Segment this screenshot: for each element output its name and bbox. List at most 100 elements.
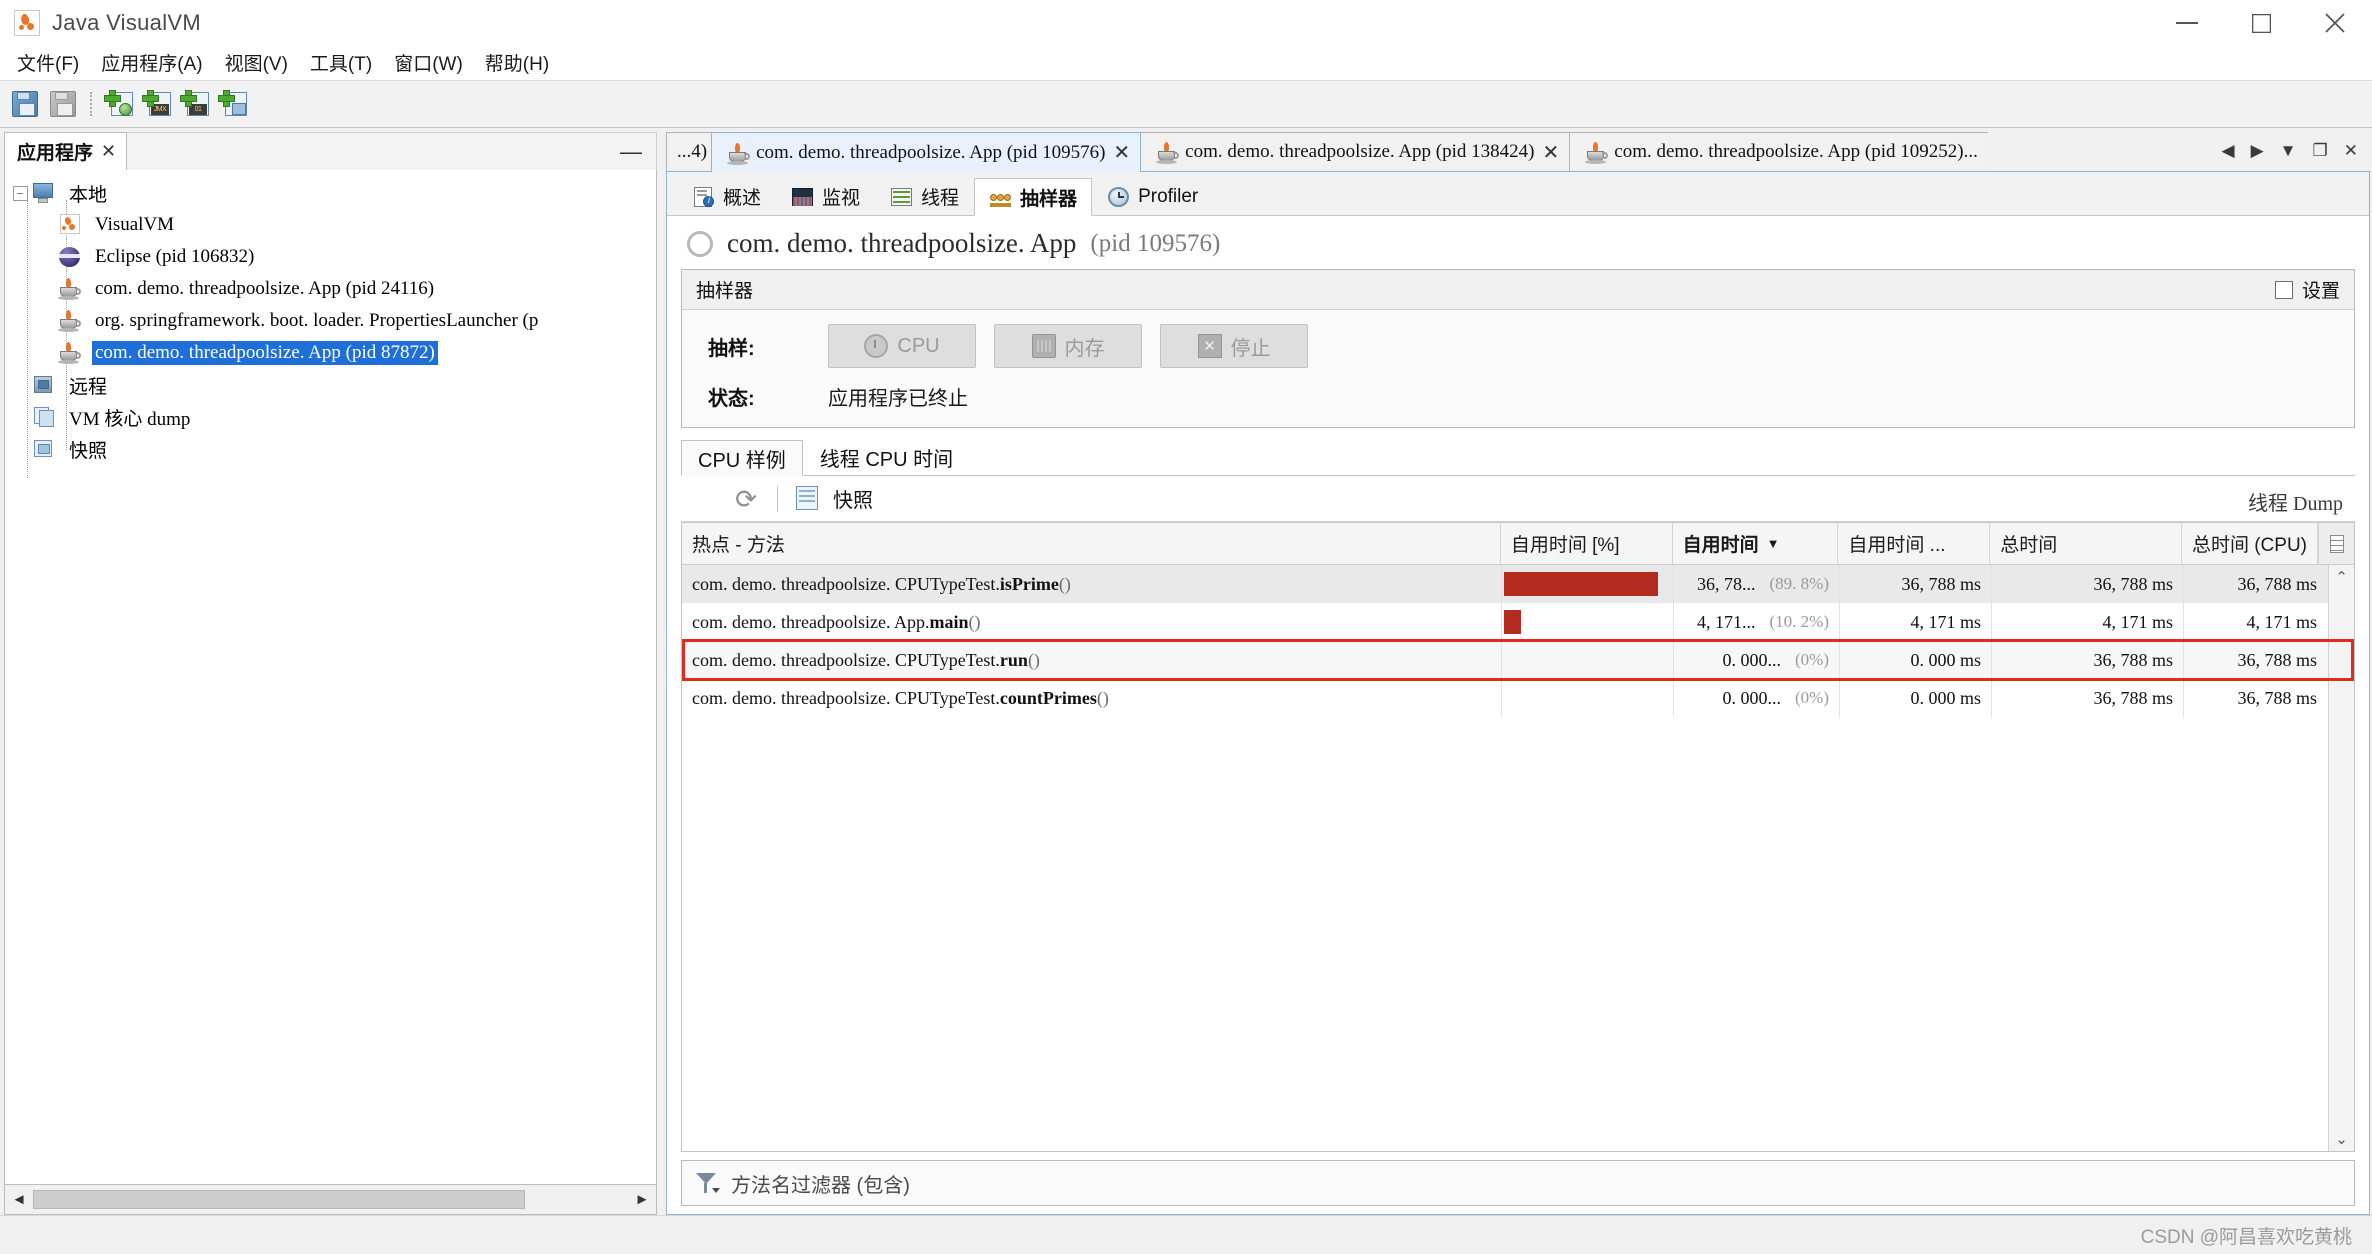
scroll-left-icon[interactable]: ◄ <box>5 1185 33 1214</box>
add-remote-host-icon[interactable] <box>102 87 136 121</box>
tab-maximize-icon[interactable]: ❐ <box>2313 142 2328 159</box>
tab-monitor[interactable]: 监视 <box>776 177 875 215</box>
save-snapshot-icon[interactable] <box>46 87 80 121</box>
document-panel: ...4) com. demo. threadpoolsize. App (pi… <box>666 128 2372 1215</box>
filter-placeholder: 方法名过滤器 (包含) <box>731 1174 910 1197</box>
java-icon <box>57 309 83 333</box>
tree-node-app-24116[interactable]: com. demo. threadpoolsize. App (pid 2411… <box>5 273 656 305</box>
document-tab-close-icon[interactable]: ✕ <box>1543 140 1560 165</box>
snapshot-icon <box>31 437 57 461</box>
memory-sample-button[interactable]: 内存 <box>994 324 1142 368</box>
close-button[interactable] <box>2298 0 2372 46</box>
sampler-settings[interactable]: 设置 <box>2274 276 2340 303</box>
tree-node-visualvm[interactable]: VisualVM <box>5 209 656 241</box>
applications-tab-close-icon[interactable]: ✕ <box>101 141 116 162</box>
tree-node-eclipse[interactable]: Eclipse (pid 106832) <box>5 241 656 273</box>
cpu-sample-button[interactable]: CPU <box>828 324 976 368</box>
tree-node-label: 快照 <box>69 440 108 462</box>
method-suffix: () <box>1058 573 1071 594</box>
settings-label: 设置 <box>2301 281 2340 302</box>
scrollbar-track[interactable] <box>33 1185 628 1214</box>
pause-icon[interactable] <box>691 484 721 514</box>
table-vertical-scrollbar[interactable]: ⌃ ⌄ <box>2328 565 2354 1151</box>
idle-ring-icon <box>687 230 713 257</box>
table-row[interactable]: com. demo. threadpoolsize. CPUTypeTest. … <box>682 679 2354 717</box>
document-tab-partial[interactable]: ...4) <box>666 132 713 172</box>
tab-thread-cpu-time[interactable]: 线程 CPU 时间 <box>803 439 970 475</box>
scroll-down-icon[interactable]: ⌄ <box>2335 1130 2348 1148</box>
tab-threads[interactable]: 线程 <box>875 177 974 215</box>
tab-applications[interactable]: 应用程序 ✕ <box>4 132 128 170</box>
tab-profiler[interactable]: Profiler <box>1092 177 1213 215</box>
load-snapshot-icon[interactable] <box>8 87 42 121</box>
table-row[interactable]: com. demo. threadpoolsize. CPUTypeTest. … <box>682 641 2354 679</box>
col-header-total-time[interactable]: 总时间 <box>1990 523 2182 564</box>
application-header: com. demo. threadpoolsize. App (pid 1095… <box>681 226 2355 269</box>
document-tab-close-icon[interactable]: ✕ <box>1113 140 1130 165</box>
stop-x-icon: ✕ <box>1197 334 1222 358</box>
status-label: 状态: <box>708 388 755 410</box>
tab-scroll-right-icon[interactable]: ▶ <box>2251 142 2264 159</box>
menu-applications[interactable]: 应用程序(A) <box>90 46 213 80</box>
menu-file[interactable]: 文件(F) <box>6 46 90 80</box>
menu-help[interactable]: 帮助(H) <box>474 46 560 80</box>
menu-window[interactable]: 窗口(W) <box>383 46 474 80</box>
tab-cpu-samples[interactable]: CPU 样例 <box>681 440 803 476</box>
settings-checkbox[interactable] <box>2274 280 2293 299</box>
thread-dump-link[interactable]: 线程 Dump <box>2248 487 2343 516</box>
tree-node-app-87872[interactable]: com. demo. threadpoolsize. App (pid 8787… <box>5 337 656 369</box>
method-suffix: () <box>1096 687 1109 708</box>
scroll-right-icon[interactable]: ► <box>628 1185 656 1214</box>
sampler-section-header: 抽样器 设置 <box>682 270 2354 310</box>
menu-view[interactable]: 视图(V) <box>214 46 299 80</box>
table-row[interactable]: com. demo. threadpoolsize. CPUTypeTest. … <box>682 565 2354 603</box>
java-icon <box>1155 141 1180 164</box>
table-row[interactable]: com. demo. threadpoolsize. App. main () … <box>682 603 2354 641</box>
tab-scroll-left-icon[interactable]: ◀ <box>2222 142 2235 159</box>
cpu-tab-bar: CPU 样例 线程 CPU 时间 <box>681 438 2355 476</box>
applications-tree[interactable]: − 本地 VisualVM Eclipse (pid 106832) com. … <box>4 170 657 1185</box>
tree-node-snapshots[interactable]: 快照 <box>5 433 656 465</box>
col-header-hotspot-method[interactable]: 热点 - 方法 <box>682 523 1501 564</box>
tree-node-label: Eclipse (pid 106832) <box>95 246 255 267</box>
applications-minimize-icon[interactable]: — <box>620 140 642 163</box>
minimize-button[interactable] <box>2150 0 2224 46</box>
menu-tools[interactable]: 工具(T) <box>299 46 383 80</box>
self-time-bar <box>1504 572 1658 596</box>
sample-toolbar: ⟳ 快照 线程 Dump <box>681 476 2355 522</box>
tree-node-properties-launcher[interactable]: org. springframework. boot. loader. Prop… <box>5 305 656 337</box>
filter-icon[interactable] <box>694 1170 720 1196</box>
stop-sample-button[interactable]: ✕ 停止 <box>1160 324 1308 368</box>
snapshot-button[interactable]: 快照 <box>794 484 873 514</box>
col-header-self-time-cpu[interactable]: 自用时间 ... <box>1838 523 1991 564</box>
col-header-self-time[interactable]: 自用时间 ▼ <box>1673 523 1839 564</box>
sampler-title: 抽样器 <box>696 281 754 302</box>
eclipse-icon <box>57 245 83 269</box>
document-tab-app-138424[interactable]: com. demo. threadpoolsize. App (pid 1384… <box>1140 132 1571 172</box>
tree-node-vm-coredump[interactable]: VM 核心 dump <box>5 401 656 433</box>
document-tab-app-109576[interactable]: com. demo. threadpoolsize. App (pid 1095… <box>711 132 1142 172</box>
maximize-button[interactable] <box>2224 0 2298 46</box>
column-chooser-icon[interactable] <box>2318 523 2354 564</box>
tree-node-local[interactable]: − 本地 <box>5 177 656 209</box>
method-name: run <box>999 649 1028 670</box>
hotspots-table: 热点 - 方法 自用时间 [%] 自用时间 ▼ 自用时间 ... 总时间 总时间… <box>681 522 2355 1152</box>
method-filter-bar[interactable]: 方法名过滤器 (包含) <box>681 1160 2355 1206</box>
refresh-icon[interactable]: ⟳ <box>731 484 761 514</box>
document-tab-app-109252[interactable]: com. demo. threadpoolsize. App (pid 1092… <box>1569 132 1989 172</box>
add-vm-coredump-icon[interactable]: 01 <box>178 87 212 121</box>
tab-close-icon[interactable]: ✕ <box>2344 142 2358 159</box>
col-header-self-time-pct[interactable]: 自用时间 [%] <box>1501 523 1673 564</box>
col-header-total-time-cpu[interactable]: 总时间 (CPU) <box>2182 523 2319 564</box>
tab-sampler[interactable]: 抽样器 <box>974 178 1093 216</box>
tree-node-remote[interactable]: 远程 <box>5 369 656 401</box>
add-jmx-connection-icon[interactable]: JMX <box>140 87 174 121</box>
add-snapshot-icon[interactable] <box>216 87 250 121</box>
status-value: 应用程序已终止 <box>828 388 968 410</box>
tab-list-dropdown-icon[interactable]: ▼ <box>2280 142 2297 159</box>
scroll-up-icon[interactable]: ⌃ <box>2335 568 2348 586</box>
applications-horizontal-scrollbar[interactable]: ◄ ► <box>4 1185 657 1215</box>
tab-overview[interactable]: 概述 <box>677 177 776 215</box>
tree-node-label: com. demo. threadpoolsize. App (pid 2411… <box>95 278 435 299</box>
self-time-pct-paren: (0%) <box>1795 650 1829 669</box>
